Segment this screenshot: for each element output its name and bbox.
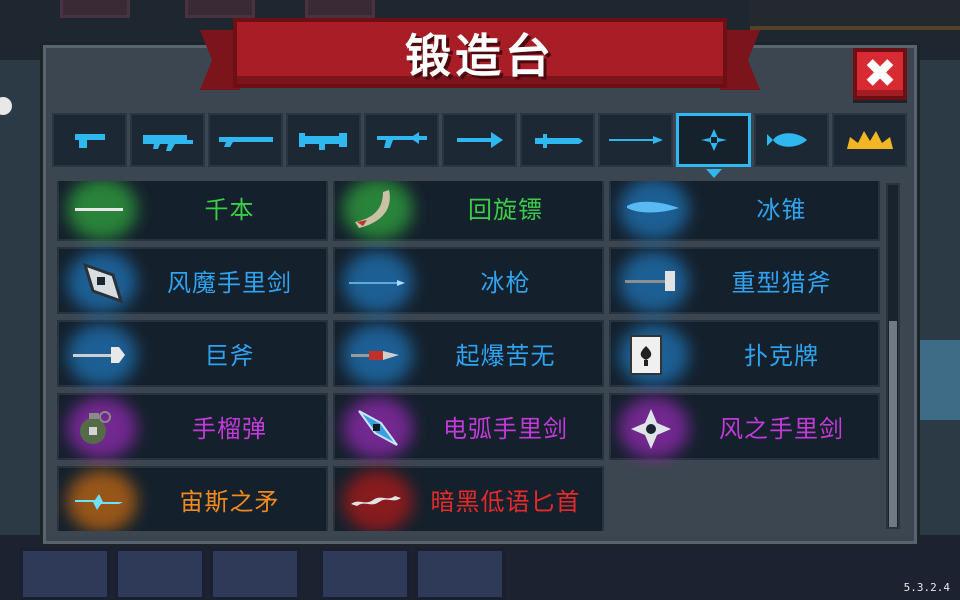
weapon-card[interactable]: 风之手里剑 (609, 393, 880, 460)
floor-tile (320, 548, 410, 600)
tab-spear[interactable] (598, 113, 673, 167)
weapon-card[interactable]: 千本 (57, 181, 328, 241)
category-tabs (52, 113, 910, 178)
weapon-name: 风之手里剑 (719, 415, 844, 443)
weapon-card[interactable]: 风魔手里剑 (57, 247, 328, 314)
weapon-card[interactable]: 扑克牌 (609, 320, 880, 387)
weapon-card[interactable]: 回旋镖 (333, 181, 604, 241)
weapon-card[interactable]: 暗黑低语匕首 (333, 466, 604, 531)
active-tab-caret (705, 169, 722, 178)
page-title: 锻造台 (405, 29, 555, 83)
tab-shotgun[interactable] (208, 113, 283, 167)
shuriken-icon (700, 129, 727, 151)
pistol-icon (74, 134, 105, 148)
zeus-spear-icon (75, 494, 123, 510)
close-button[interactable]: ✖ (853, 48, 907, 100)
weapon-name: 回旋镖 (468, 196, 543, 224)
weapon-name: 重型猎斧 (731, 269, 832, 297)
needle-icon (75, 208, 123, 211)
spear-icon (608, 136, 663, 144)
tab-fish[interactable] (754, 113, 829, 167)
weapon-name: 千本 (204, 196, 255, 224)
tab-crown[interactable] (832, 113, 907, 167)
shotgun-icon (218, 137, 273, 147)
wind-shuriken-icon (631, 409, 671, 449)
weapon-list[interactable]: 千本 回旋镖 冰锥 风魔手里剑 冰枪 重型猎斧 巨斧 起爆苦无 扑克牌 手榴弹 … (57, 181, 880, 531)
weapon-list-scrollbar[interactable] (886, 183, 900, 529)
ice-spear-icon (349, 280, 405, 286)
floor-tile (115, 548, 205, 600)
weapon-card[interactable]: 冰枪 (333, 247, 604, 314)
poker-card-icon (630, 335, 662, 375)
background-orb (0, 97, 12, 115)
great-axe-icon (73, 347, 125, 363)
tab-pistol[interactable] (52, 113, 127, 167)
explosive-kunai-icon (351, 351, 399, 360)
weapon-card[interactable]: 电弧手里剑 (333, 393, 604, 460)
tab-launcher[interactable] (286, 113, 361, 167)
title-banner: 锻造台 (233, 18, 727, 88)
dark-whisper-dagger-icon (351, 496, 401, 506)
weapon-name: 巨斧 (204, 342, 255, 370)
background-crate (305, 0, 375, 18)
boomerang-icon (355, 190, 390, 228)
rifle-icon (142, 135, 193, 151)
weapon-name: 风魔手里剑 (167, 269, 292, 297)
weapon-card[interactable]: 冰锥 (609, 181, 880, 241)
floor-tile (210, 548, 300, 600)
weapon-name: 起爆苦无 (455, 342, 556, 370)
hunting-axe-icon (625, 271, 675, 291)
weapon-card[interactable]: 手榴弹 (57, 393, 328, 460)
weapon-name: 冰锥 (756, 196, 807, 224)
weapon-name: 宙斯之矛 (179, 488, 280, 516)
crown-icon (846, 131, 893, 149)
tab-rifle[interactable] (130, 113, 205, 167)
sword-icon (534, 134, 583, 148)
weapon-name: 冰枪 (480, 269, 531, 297)
bow-icon (456, 132, 503, 148)
scroll-thumb[interactable] (889, 321, 897, 527)
close-icon: ✖ (863, 51, 897, 97)
weapon-name: 扑克牌 (744, 342, 819, 370)
laser-gun-icon (376, 132, 427, 148)
floor-tile (20, 548, 110, 600)
background-machine (750, 0, 960, 30)
floor-tile (415, 548, 505, 600)
weapon-card[interactable]: 宙斯之矛 (57, 466, 328, 531)
grenade-icon (80, 411, 111, 444)
empty-slot (609, 466, 880, 531)
launcher-icon (298, 133, 347, 150)
tab-laser-gun[interactable] (364, 113, 439, 167)
fish-icon (766, 133, 807, 147)
weapon-card[interactable]: 起爆苦无 (333, 320, 604, 387)
icicle-icon (627, 201, 679, 213)
weapon-card[interactable]: 巨斧 (57, 320, 328, 387)
arc-shuriken-icon (358, 410, 398, 446)
weapon-name: 暗黑低语匕首 (430, 488, 581, 516)
weapon-card[interactable]: 重型猎斧 (609, 247, 880, 314)
weapon-name: 手榴弹 (192, 415, 267, 443)
version-label: 5.3.2.4 (903, 581, 950, 594)
weapon-name: 电弧手里剑 (443, 415, 568, 443)
tab-sword[interactable] (520, 113, 595, 167)
tab-shuriken[interactable] (676, 113, 751, 178)
tab-bow[interactable] (442, 113, 517, 167)
background-crate (60, 0, 130, 18)
fuma-shuriken-icon (82, 262, 124, 303)
background-crate (185, 0, 255, 18)
